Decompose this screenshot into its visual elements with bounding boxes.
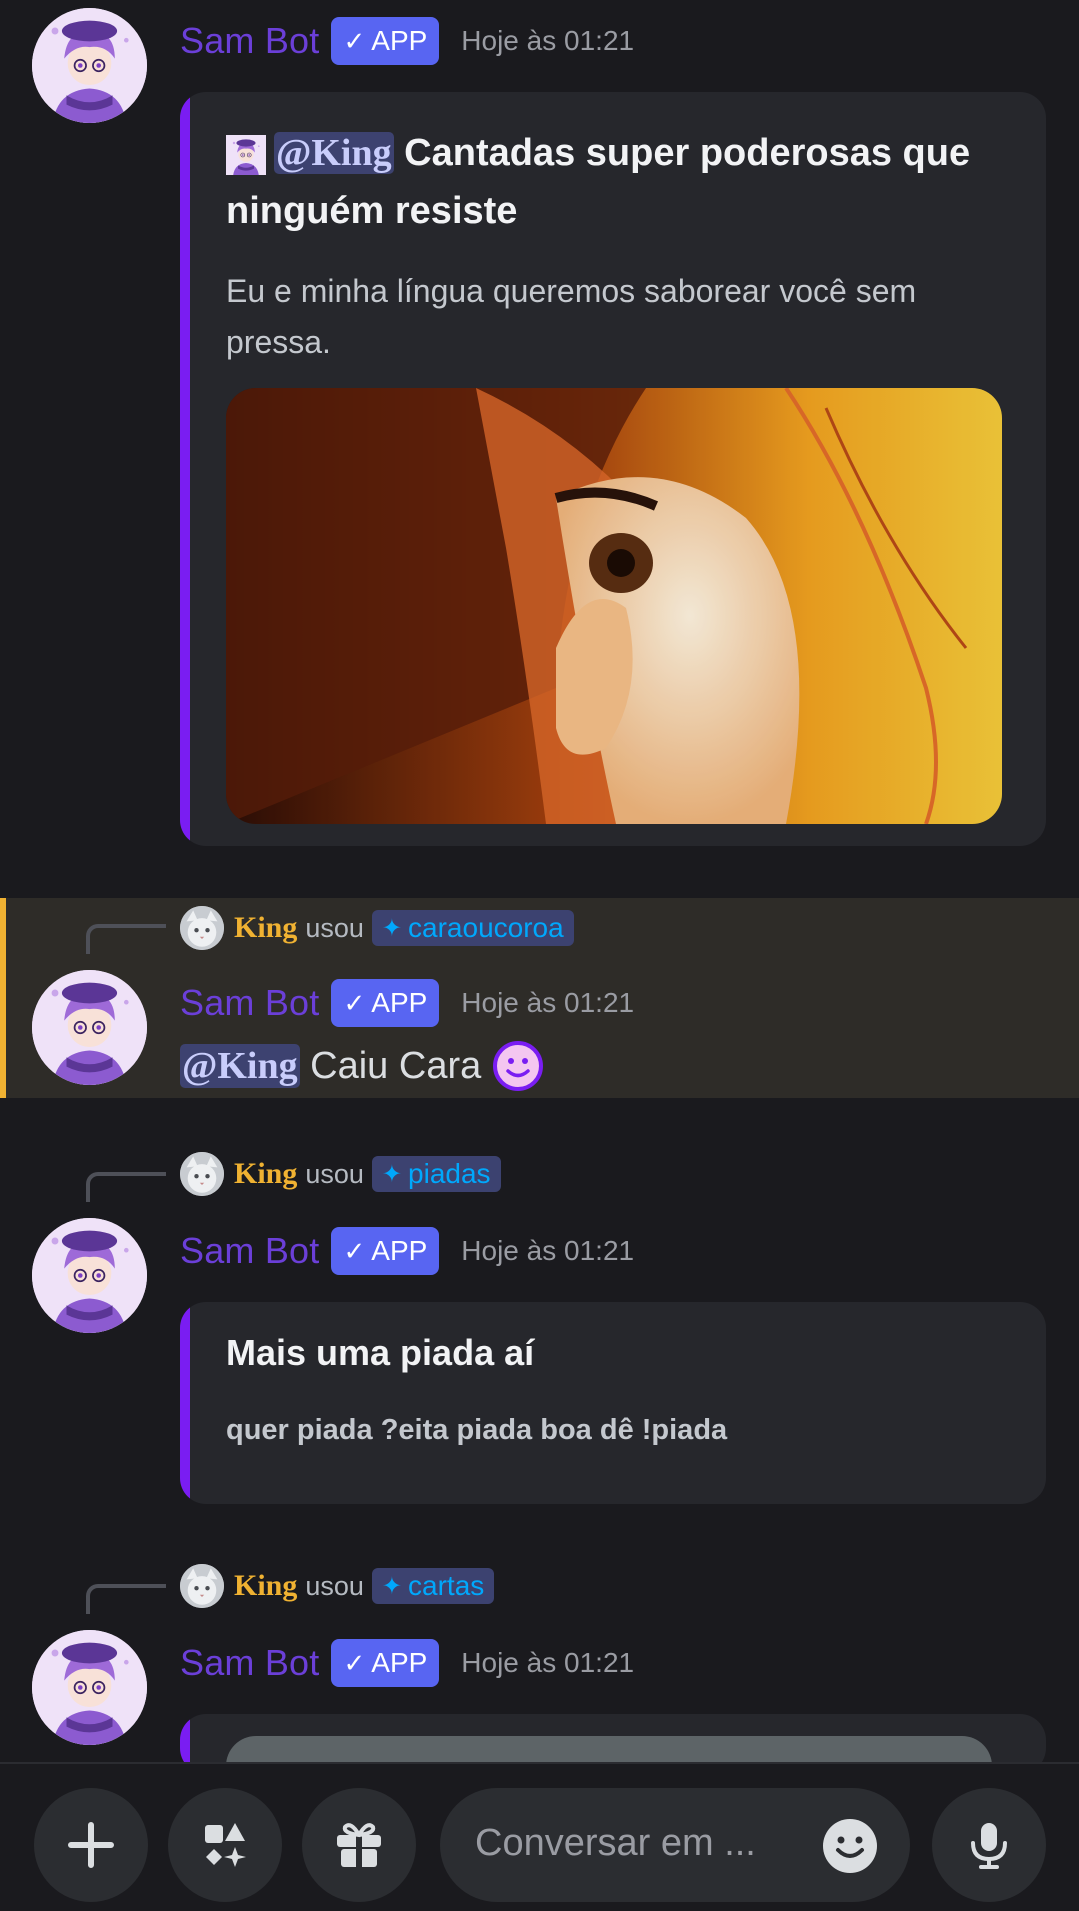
author-icon [226,132,266,178]
reply-connector [86,924,166,954]
app-badge: ✓ APP [331,17,440,65]
avatar[interactable] [32,1218,147,1333]
mention-king[interactable]: @King [274,132,394,174]
message-content: @King Caiu Cara [180,1036,544,1096]
king-avatar[interactable] [180,1152,224,1196]
message-input[interactable]: Conversar em ... [440,1788,910,1902]
command-chip[interactable]: ✦ piadas [371,1156,501,1192]
check-icon: ✓ [343,1235,366,1266]
microphone-icon [971,1823,1007,1869]
gift-icon [337,1823,381,1867]
username[interactable]: Sam Bot [180,1230,319,1272]
username[interactable]: Sam Bot [180,20,319,62]
smiley-emoji-icon [492,1040,544,1092]
timestamp: Hoje às 01:21 [461,25,635,56]
king-avatar[interactable] [180,906,224,950]
king-avatar[interactable] [180,1564,224,1608]
timestamp: Hoje às 01:21 [461,1647,635,1678]
reply-reference[interactable]: King usou ✦ caraoucoroa [180,904,574,952]
apps-icon: ✦ [381,914,403,942]
embed-description: quer piada ?eita piada boa dê !piada [226,1414,728,1446]
app-badge: ✓ APP [331,1227,440,1275]
username[interactable]: Sam Bot [180,1642,319,1684]
avatar[interactable] [32,1630,147,1745]
check-icon: ✓ [343,987,366,1018]
avatar[interactable] [32,970,147,1085]
embed-image[interactable] [226,388,1002,824]
command-chip[interactable]: ✦ cartas [371,1568,495,1604]
reply-username[interactable]: King [234,911,297,945]
reply-username[interactable]: King [234,1569,297,1603]
apps-icon: ✦ [381,1572,403,1600]
reply-connector [86,1172,166,1202]
embed: Mais uma piada aí quer piada ?eita piada… [180,1302,1046,1504]
command-chip[interactable]: ✦ caraoucoroa [371,910,574,946]
voice-button[interactable] [932,1788,1046,1902]
embed-accent-bar [180,1302,190,1504]
emoji-icon[interactable] [820,1816,880,1876]
mention-highlight-bar [0,898,6,1098]
check-icon: ✓ [343,25,366,56]
embed-accent-bar [180,92,190,846]
embed: @King Cantadas super poderosas que ningu… [180,92,1046,846]
composer-bar: Conversar em ... [0,1762,1079,1911]
message-input-placeholder: Conversar em ... [475,1822,756,1864]
username[interactable]: Sam Bot [180,982,319,1024]
add-button[interactable] [34,1788,148,1902]
app-badge: ✓ APP [331,979,440,1027]
check-icon: ✓ [343,1647,366,1678]
reply-connector [86,1584,166,1614]
reply-reference[interactable]: King usou ✦ piadas [180,1150,501,1198]
apps-icon: ✦ [381,1160,403,1188]
gift-button[interactable] [302,1788,416,1902]
reply-username[interactable]: King [234,1157,297,1191]
apps-button[interactable] [168,1788,282,1902]
mention-king[interactable]: @King [180,1044,300,1088]
timestamp: Hoje às 01:21 [461,1235,635,1266]
embed-description: Eu e minha língua queremos saborear você… [226,273,917,360]
apps-icon [205,1823,246,1867]
embed-title: @King Cantadas super poderosas que ningu… [226,132,971,232]
timestamp: Hoje às 01:21 [461,987,635,1018]
avatar[interactable] [32,8,147,123]
reply-reference[interactable]: King usou ✦ cartas [180,1562,495,1610]
embed-title: Mais uma piada aí [226,1332,535,1373]
app-badge: ✓ APP [331,1639,440,1687]
plus-icon [68,1822,114,1868]
